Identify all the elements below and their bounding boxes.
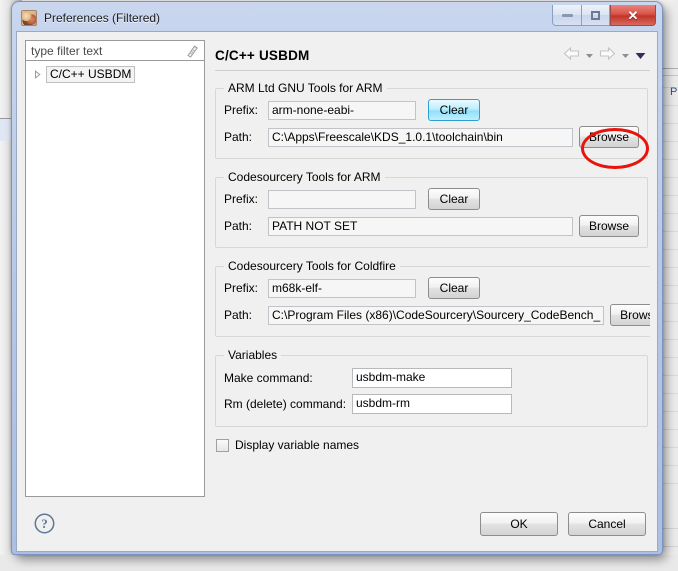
minimize-button[interactable] xyxy=(552,5,581,26)
tree-row[interactable]: C/C++ USBDM xyxy=(26,66,204,83)
header-divider xyxy=(215,70,650,71)
group-arm-ltd-gnu-tools: ARM Ltd GNU Tools for ARM Prefix: arm-no… xyxy=(215,81,648,159)
preferences-icon xyxy=(21,10,37,26)
preferences-tree-panel: C/C++ USBDM xyxy=(25,40,205,497)
dialog-body: C/C++ USBDM C/C++ USBDM xyxy=(17,32,657,497)
path-row-cs-arm: Path: PATH NOT SET Browse xyxy=(224,214,639,238)
path-field-cs-arm[interactable]: PATH NOT SET xyxy=(268,216,573,236)
make-command-row: Make command: usbdm-make xyxy=(224,365,639,391)
preferences-dialog: Preferences (Filtered) ✕ type filter tex… xyxy=(11,1,663,555)
group-codesourcery-coldfire: Codesourcery Tools for Coldfire Prefix: … xyxy=(215,259,650,337)
rm-command-field[interactable]: usbdm-rm xyxy=(352,394,512,414)
maximize-icon xyxy=(591,10,600,20)
svg-text:?: ? xyxy=(41,516,48,531)
path-field-arm[interactable]: C:\Apps\Freescale\KDS_1.0.1\toolchain\bi… xyxy=(268,127,573,147)
group-variables: Variables Make command: usbdm-make Rm (d… xyxy=(215,348,648,427)
filter-field-wrapper[interactable] xyxy=(25,40,205,61)
background-bottom-strip xyxy=(0,555,678,571)
ok-button[interactable]: OK xyxy=(480,512,558,536)
browse-button-cs-arm[interactable]: Browse xyxy=(578,215,639,237)
group-codesourcery-arm: Codesourcery Tools for ARM Prefix: Clear… xyxy=(215,170,648,248)
clear-button-arm[interactable]: Clear xyxy=(428,99,480,121)
path-label: Path: xyxy=(224,219,253,233)
preferences-page: C/C++ USBDM ARM Ltd GNU Tools for ARM Pr… xyxy=(211,40,650,497)
view-menu-icon[interactable] xyxy=(635,49,646,59)
make-command-label: Make command: xyxy=(224,371,313,385)
group-legend: ARM Ltd GNU Tools for ARM xyxy=(228,81,383,95)
expand-arrow-icon[interactable] xyxy=(31,69,43,81)
dialog-client-area: C/C++ USBDM C/C++ USBDM xyxy=(16,31,658,552)
back-arrow-icon[interactable] xyxy=(563,46,580,61)
path-row-arm: Path: C:\Apps\Freescale\KDS_1.0.1\toolch… xyxy=(224,125,639,149)
path-row-coldfire: Path: C:\Program Files (x86)\CodeSourcer… xyxy=(224,303,650,327)
close-button[interactable]: ✕ xyxy=(610,5,656,26)
page-navigation xyxy=(563,46,646,61)
title-bar[interactable]: Preferences (Filtered) ✕ xyxy=(16,5,658,31)
path-label: Path: xyxy=(224,308,253,322)
prefix-row-coldfire: Prefix: m68k-elf- Clear xyxy=(224,276,650,300)
clear-button-cs-arm[interactable]: Clear xyxy=(428,188,480,210)
close-icon: ✕ xyxy=(627,7,639,23)
sidebar-item-cpp-usbdm[interactable]: C/C++ USBDM xyxy=(46,66,136,83)
window-title: Preferences (Filtered) xyxy=(44,11,161,25)
prefix-field-coldfire[interactable]: m68k-elf- xyxy=(268,278,416,298)
preferences-tree[interactable]: C/C++ USBDM xyxy=(25,61,205,497)
prefix-field-arm[interactable]: arm-none-eabi- xyxy=(268,100,416,120)
search-input[interactable] xyxy=(26,41,204,60)
prefix-field-cs-arm[interactable] xyxy=(268,189,416,209)
prefix-label: Prefix: xyxy=(224,281,259,295)
window-controls: ✕ xyxy=(552,5,656,26)
group-legend: Codesourcery Tools for Coldfire xyxy=(228,259,396,273)
make-command-field[interactable]: usbdm-make xyxy=(352,368,512,388)
background-right-label: P xyxy=(670,86,678,98)
prefix-row-arm: Prefix: arm-none-eabi- Clear xyxy=(224,98,639,122)
prefix-label: Prefix: xyxy=(224,192,259,206)
page-title: C/C++ USBDM xyxy=(215,47,310,63)
page-header: C/C++ USBDM xyxy=(215,40,650,70)
forward-arrow-icon[interactable] xyxy=(599,46,616,61)
display-variable-names-checkbox[interactable] xyxy=(216,438,229,452)
clear-button-coldfire[interactable]: Clear xyxy=(428,277,480,299)
path-label: Path: xyxy=(224,130,253,144)
forward-menu-chevron-down-icon[interactable] xyxy=(621,49,630,58)
group-legend: Variables xyxy=(228,348,278,362)
display-variable-names-row[interactable]: Display variable names xyxy=(215,438,648,452)
cancel-button[interactable]: Cancel xyxy=(568,512,646,536)
clear-filter-icon[interactable] xyxy=(185,43,201,59)
group-legend: Codesourcery Tools for ARM xyxy=(228,170,381,184)
path-field-coldfire[interactable]: C:\Program Files (x86)\CodeSourcery\Sour… xyxy=(268,305,605,325)
display-variable-names-label: Display variable names xyxy=(235,438,360,452)
maximize-button[interactable] xyxy=(581,5,610,26)
rm-command-row: Rm (delete) command: usbdm-rm xyxy=(224,391,639,417)
help-icon[interactable]: ? xyxy=(34,513,55,534)
page-content: ARM Ltd GNU Tools for ARM Prefix: arm-no… xyxy=(215,81,650,497)
prefix-row-cs-arm: Prefix: Clear xyxy=(224,187,639,211)
back-menu-chevron-down-icon[interactable] xyxy=(585,49,594,58)
browse-button-arm[interactable]: Browse xyxy=(578,126,639,148)
prefix-label: Prefix: xyxy=(224,103,259,117)
minimize-icon xyxy=(561,13,573,17)
rm-command-label: Rm (delete) command: xyxy=(224,397,347,411)
dialog-footer: ? OK Cancel xyxy=(17,497,657,551)
browse-button-coldfire[interactable]: Browse xyxy=(610,304,650,326)
